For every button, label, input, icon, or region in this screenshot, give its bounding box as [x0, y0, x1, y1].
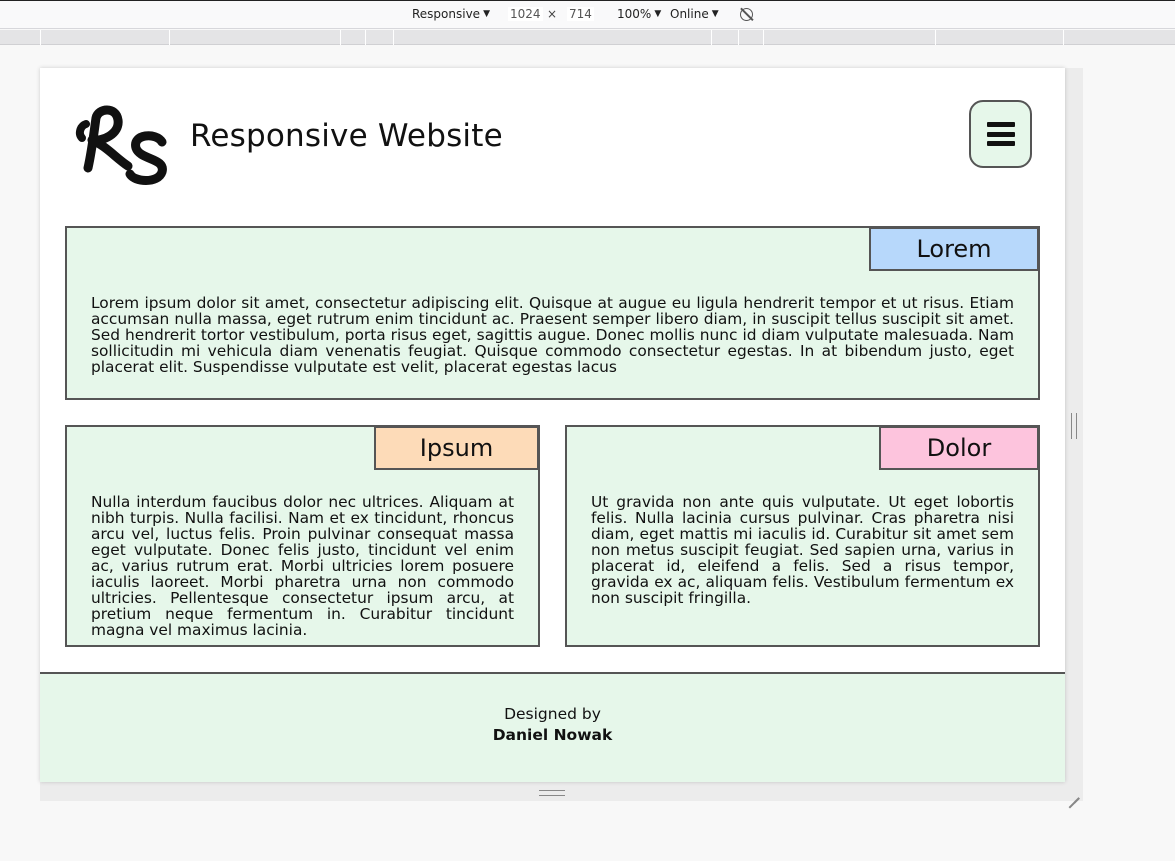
content-card-dolor: Dolor Ut gravida non ante quis vulputate…	[565, 425, 1040, 647]
media-query-marker[interactable]	[340, 30, 341, 45]
media-query-marker[interactable]	[935, 30, 936, 45]
resize-handle-icon[interactable]	[1071, 413, 1077, 439]
viewport-height-input[interactable]: 714	[567, 7, 594, 21]
device-selector[interactable]: Responsive ▼	[412, 7, 490, 21]
menu-button[interactable]	[969, 100, 1032, 168]
rotate-viewport-icon[interactable]	[740, 8, 753, 21]
media-query-marker[interactable]	[711, 30, 712, 45]
zoom-selector[interactable]: 100% ▼	[617, 7, 661, 21]
card-tag-lorem: Lorem	[869, 227, 1039, 271]
chevron-down-icon: ▼	[654, 9, 662, 19]
media-query-marker[interactable]	[1063, 30, 1064, 45]
responsive-viewport: RS Responsive Website Lorem Lorem ipsum …	[40, 68, 1065, 782]
zoom-selector-label: 100%	[617, 7, 652, 21]
card-text: Nulla interdum faucibus dolor nec ultric…	[91, 493, 514, 639]
chevron-down-icon: ▼	[711, 9, 719, 19]
devtools-toolbar: Responsive ▼ 1024 × 714 100% ▼ Online ▼	[0, 0, 1175, 29]
site-footer: Designed by Daniel Nowak	[40, 672, 1065, 782]
site-logo: RS	[75, 105, 167, 185]
footer-author: Daniel Nowak	[492, 726, 613, 744]
card-text: Ut gravida non ante quis vulputate. Ut e…	[591, 493, 1014, 607]
resize-corner-icon[interactable]	[1067, 786, 1079, 798]
resize-handle-icon[interactable]	[539, 790, 565, 796]
device-selector-label: Responsive	[412, 7, 481, 21]
media-query-marker[interactable]	[365, 30, 366, 45]
footer-designed-by: Designed by	[504, 705, 601, 723]
chevron-down-icon: ▼	[483, 9, 490, 19]
media-query-marker[interactable]	[40, 30, 41, 45]
site-title: Responsive Website	[190, 118, 503, 154]
network-throttle-selector[interactable]: Online ▼	[670, 7, 719, 21]
content-card-lorem: Lorem Lorem ipsum dolor sit amet, consec…	[65, 226, 1040, 400]
media-query-marker[interactable]	[763, 30, 764, 45]
media-query-bar	[0, 30, 1175, 45]
dimension-separator: ×	[547, 7, 558, 21]
card-text: Lorem ipsum dolor sit amet, consectetur …	[91, 294, 1014, 376]
viewport-width-input[interactable]: 1024	[508, 7, 543, 21]
network-throttle-label: Online	[670, 7, 709, 21]
content-card-ipsum: Ipsum Nulla interdum faucibus dolor nec …	[65, 425, 540, 647]
card-tag-ipsum: Ipsum	[374, 426, 539, 470]
media-query-marker[interactable]	[393, 30, 394, 45]
menu-hamburger-icon	[986, 122, 1015, 146]
card-tag-dolor: Dolor	[879, 426, 1039, 470]
media-query-marker[interactable]	[169, 30, 170, 45]
media-query-marker[interactable]	[738, 30, 739, 45]
